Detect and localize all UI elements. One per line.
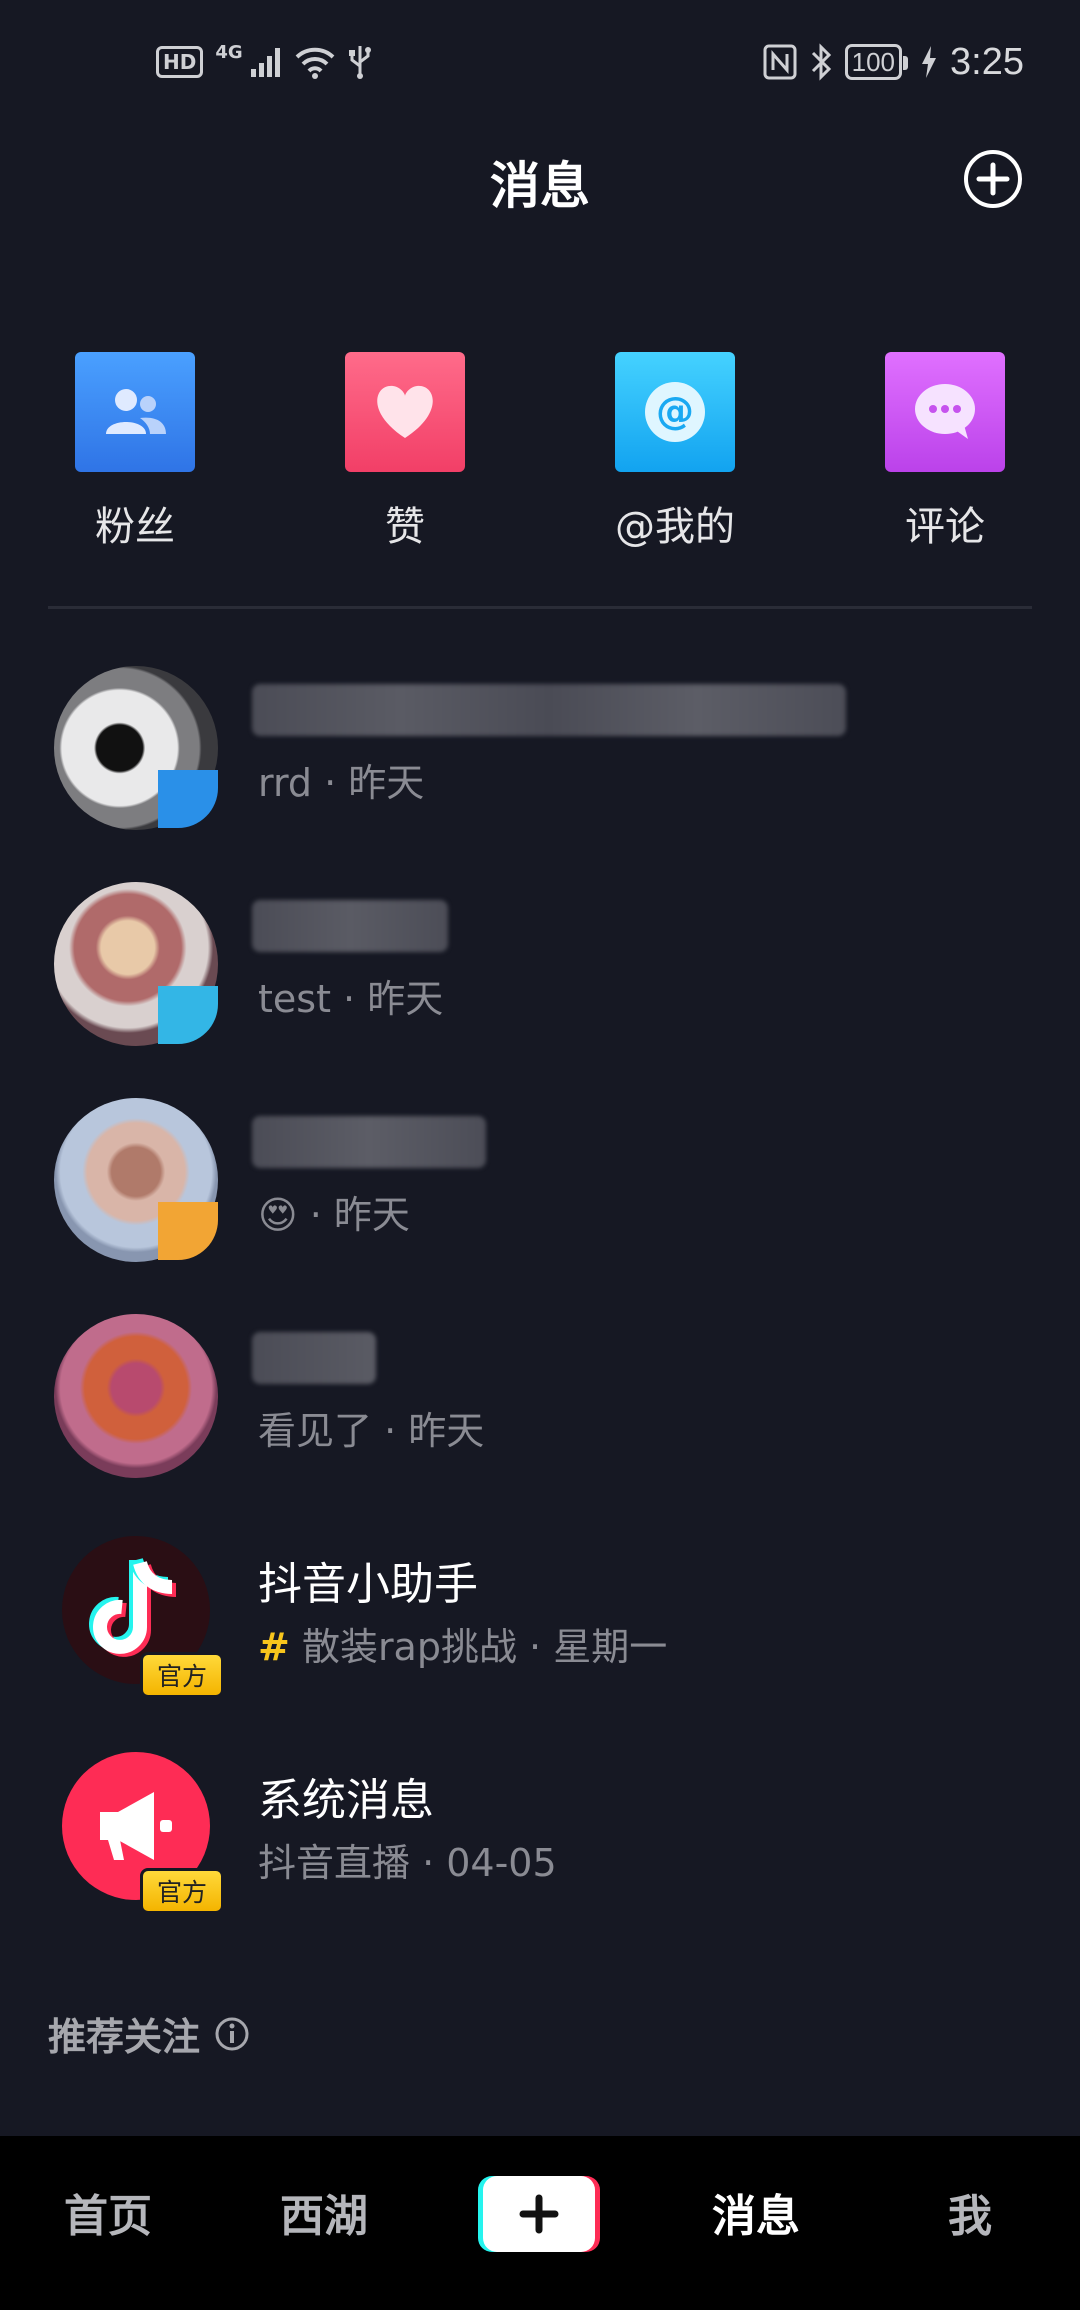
preview-text: 散装rap挑战 · 星期一 — [301, 1625, 668, 1669]
nav-me[interactable]: 我 — [948, 2180, 992, 2244]
bottom-nav: 首页 西湖 消息 我 — [0, 2136, 1080, 2310]
shortcut-label: 粉丝 — [95, 504, 175, 550]
info-icon[interactable] — [214, 2016, 250, 2052]
blurred-name — [252, 684, 846, 736]
message-preview: 看见了 · 昨天 — [258, 1409, 485, 1453]
conversation-item[interactable]: rrd · 昨天 — [0, 640, 1080, 856]
avatar-badge — [158, 770, 218, 828]
fans-tile — [75, 352, 195, 472]
conversation-douyin-assistant[interactable]: 官方 抖音小助手 # 散装rap挑战 · 星期一 — [0, 1504, 1080, 1720]
clock: 3:25 — [950, 40, 1024, 83]
shortcut-label: @我的 — [615, 504, 735, 550]
battery-indicator: 100 — [844, 44, 909, 80]
message-preview: rrd · 昨天 — [258, 761, 425, 805]
messages-page: HD 4G 100 3:25 消息 粉丝 赞 @ @我的 评论 rrd · 昨天… — [0, 0, 1080, 2310]
nav-xihu[interactable]: 西湖 — [280, 2180, 368, 2244]
official-badge: 官方 — [140, 1652, 224, 1698]
blurred-name — [252, 1116, 486, 1168]
douyin-logo-icon — [89, 1557, 177, 1657]
bluetooth-icon — [811, 43, 831, 81]
conversation-item[interactable]: 看见了 · 昨天 — [0, 1288, 1080, 1504]
mentions-tile: @ — [615, 352, 735, 472]
shortcut-label: 赞 — [385, 504, 425, 550]
hd-badge: HD — [156, 46, 204, 78]
heart-icon — [377, 385, 433, 438]
shortcut-fans[interactable]: 粉丝 — [35, 352, 235, 552]
hashtag-icon: # — [258, 1625, 290, 1669]
divider — [48, 606, 1032, 609]
message-preview: # 散装rap挑战 · 星期一 — [258, 1616, 667, 1671]
wifi-icon — [295, 47, 335, 79]
blurred-name — [252, 900, 448, 952]
fans-icon — [106, 389, 166, 434]
megaphone-icon — [100, 1792, 172, 1860]
svg-text:@: @ — [656, 389, 694, 433]
message-preview: 抖音直播 · 04-05 — [258, 1841, 557, 1885]
official-badge: 官方 — [140, 1868, 224, 1914]
conversation-name: 抖音小助手 — [258, 1559, 478, 1610]
comments-tile — [885, 352, 1005, 472]
create-button[interactable] — [478, 2174, 600, 2254]
conversation-item[interactable]: test · 昨天 — [0, 856, 1080, 1072]
recommend-label: 推荐关注 — [48, 2015, 201, 2059]
conversation-item[interactable]: 😍 · 昨天 — [0, 1072, 1080, 1288]
nfc-icon — [763, 44, 797, 80]
avatar — [54, 1314, 218, 1478]
emoji: 😍 — [258, 1193, 298, 1237]
charging-icon — [922, 46, 937, 78]
nav-messages[interactable]: 消息 — [712, 2180, 800, 2244]
shortcut-comments[interactable]: 评论 — [845, 352, 1045, 552]
add-icon[interactable] — [962, 148, 1024, 210]
shortcut-mentions[interactable]: @ @我的 — [575, 352, 775, 552]
conversation-system-messages[interactable]: 官方 系统消息 抖音直播 · 04-05 — [0, 1720, 1080, 1936]
conversation-name: 系统消息 — [258, 1775, 434, 1826]
page-title: 消息 — [490, 157, 590, 215]
nav-home[interactable]: 首页 — [64, 2180, 152, 2244]
status-right: 100 3:25 — [763, 34, 1024, 90]
message-preview: test · 昨天 — [258, 977, 444, 1021]
blurred-name — [252, 1332, 376, 1384]
message-preview: 😍 · 昨天 — [258, 1184, 410, 1239]
avatar-badge — [158, 1202, 218, 1260]
at-icon: @ — [645, 382, 705, 442]
status-left: HD 4G — [156, 40, 373, 84]
shortcut-likes[interactable]: 赞 — [305, 352, 505, 552]
comment-icon — [915, 384, 975, 439]
usb-icon — [348, 46, 371, 79]
network-type: 4G — [215, 41, 243, 63]
avatar-badge — [158, 986, 218, 1044]
signal-icon — [250, 48, 280, 77]
shortcut-label: 评论 — [905, 504, 985, 550]
likes-tile — [345, 352, 465, 472]
preview-text: · 昨天 — [297, 1193, 410, 1237]
status-bar: HD 4G 100 3:25 — [0, 0, 1080, 124]
recommend-follow-header: 推荐关注 — [48, 2006, 250, 2061]
